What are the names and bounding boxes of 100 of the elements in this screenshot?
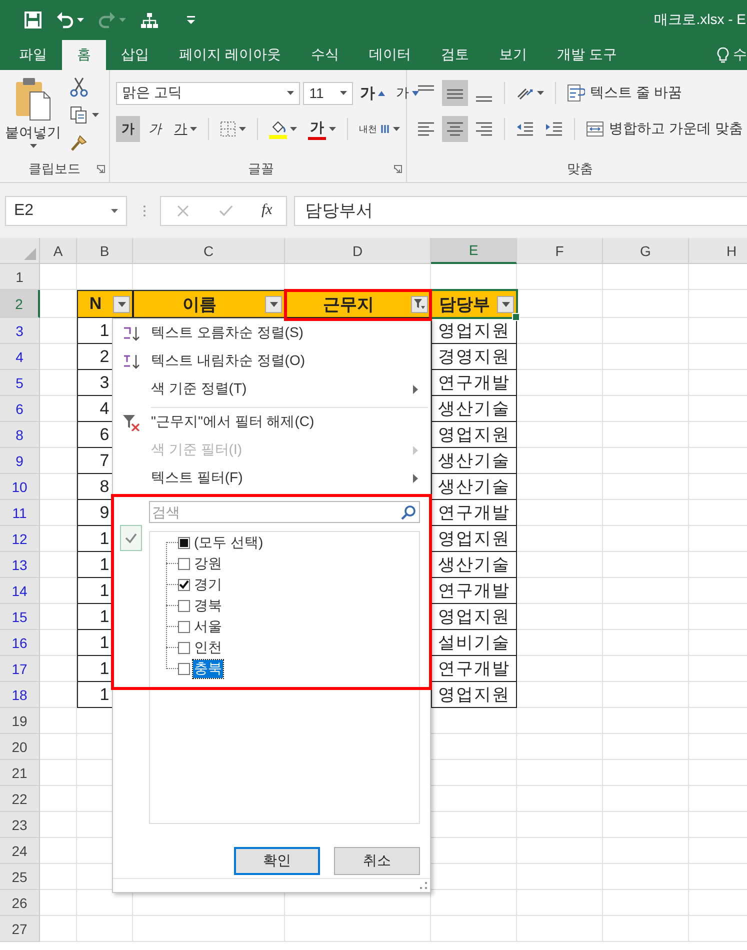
clipboard-icon (14, 76, 52, 122)
dialog-launcher-icon (394, 165, 402, 173)
underline-button[interactable]: 가 (170, 116, 202, 142)
column-header[interactable]: A (40, 238, 77, 264)
filter-value[interactable]: 경기 (193, 576, 223, 594)
filter-value[interactable]: 충북 (193, 660, 223, 678)
row-header[interactable]: 12 (0, 526, 40, 552)
filter-dropdown-button[interactable] (411, 296, 428, 312)
field-value: 맑은 고딕 (122, 84, 182, 102)
row-header[interactable]: 10 (0, 474, 40, 500)
row-header[interactable]: 3 (0, 318, 40, 344)
filter-dropdown-button[interactable] (113, 296, 130, 312)
column-header[interactable]: E (431, 238, 517, 264)
row-header[interactable]: 13 (0, 552, 40, 578)
tell-me-button[interactable]: 수 (709, 40, 747, 70)
search-field[interactable]: 검색 (149, 501, 420, 523)
ribbon-tab[interactable]: 페이지 레이아웃 (164, 40, 296, 70)
filter-value[interactable]: 인천 (193, 638, 223, 656)
filter-value[interactable]: (모두 선택) (193, 534, 264, 552)
row-header[interactable]: 18 (0, 682, 40, 708)
insert-function-button[interactable]: fx (257, 202, 276, 219)
column-header[interactable]: G (603, 238, 689, 264)
row-header[interactable]: 23 (0, 812, 40, 838)
row-header[interactable]: 2 (0, 290, 40, 318)
redo-icon (98, 11, 116, 29)
align-button[interactable] (442, 80, 468, 106)
row-header[interactable]: 11 (0, 500, 40, 526)
checkbox[interactable] (178, 662, 190, 674)
font-color-button[interactable]: 가 (304, 116, 340, 142)
dialog-button[interactable]: 취소 (334, 847, 420, 875)
row-header[interactable]: 15 (0, 604, 40, 630)
column-header[interactable]: H (689, 238, 747, 264)
row-header[interactable]: 14 (0, 578, 40, 604)
row-header[interactable]: 4 (0, 344, 40, 370)
ribbon-tab[interactable]: 홈 (62, 40, 106, 70)
filter-value[interactable]: 경북 (193, 596, 223, 614)
formula-field[interactable]: 담당부서 (294, 196, 747, 226)
row-header[interactable]: 8 (0, 422, 40, 448)
row-header[interactable]: 21 (0, 760, 40, 786)
wrap-text-button[interactable]: 텍스트 줄 바꿈 (563, 80, 686, 106)
caret-icon (111, 208, 118, 212)
checkbox[interactable] (178, 558, 190, 570)
font-size-field[interactable]: 11 (303, 82, 354, 104)
filter-dropdown-button[interactable] (497, 296, 514, 312)
row-header[interactable]: 24 (0, 838, 40, 864)
row-header[interactable]: 27 (0, 916, 40, 942)
column-title: N (88, 294, 103, 314)
header-cell[interactable]: 이름 (133, 290, 285, 318)
grow-font-button[interactable]: 가 (356, 80, 390, 106)
shrink-font-button[interactable]: 가 (392, 80, 424, 106)
row-header[interactable]: 17 (0, 656, 40, 682)
check-icon (219, 204, 234, 216)
grid-cell (40, 630, 77, 656)
paste-button[interactable]: 붙여넣기 (0, 70, 66, 156)
merge-center-button[interactable]: 병합하고 가운데 맞춤 (582, 116, 747, 142)
row-header[interactable]: 6 (0, 396, 40, 422)
column-header[interactable]: C (133, 238, 285, 264)
column-title: 이름 (182, 294, 218, 316)
checkbox[interactable] (178, 642, 190, 654)
phonetic-guide-button[interactable]: 내천 (355, 116, 404, 142)
checkbox[interactable] (178, 620, 190, 632)
ribbon-tab[interactable]: 삽입 (106, 40, 164, 70)
pages-icon (70, 106, 88, 124)
table-cell: 영업지원 (431, 526, 517, 552)
bold-button[interactable]: 가 (116, 116, 140, 142)
column-header[interactable]: F (517, 238, 603, 264)
ribbon-tab[interactable]: 파일 (4, 40, 62, 70)
ribbon-tab[interactable]: 수식 (296, 40, 354, 70)
row-header[interactable]: 22 (0, 786, 40, 812)
filter-value[interactable]: 강원 (193, 554, 223, 572)
filter-value[interactable]: 서울 (193, 618, 223, 636)
fill-handle[interactable] (512, 313, 520, 321)
header-cell[interactable]: 근무지 (285, 290, 431, 318)
name-box[interactable]: E2 (5, 196, 127, 226)
checkbox[interactable] (178, 578, 190, 590)
ribbon-tab[interactable]: 검토 (426, 40, 484, 70)
row-header[interactable]: 9 (0, 448, 40, 474)
ribbon-tab[interactable]: 보기 (484, 40, 542, 70)
row-header[interactable]: 1 (0, 264, 40, 290)
header-cell[interactable]: N (77, 290, 133, 318)
checkbox[interactable] (178, 600, 190, 612)
filter-dropdown-button[interactable] (265, 296, 282, 312)
wrap-text-icon (567, 84, 586, 102)
ribbon-tab[interactable]: 데이터 (354, 40, 426, 70)
align-button[interactable] (442, 116, 468, 142)
header-cell[interactable]: 담당부 (431, 290, 517, 318)
row-header[interactable]: 19 (0, 708, 40, 734)
row-header[interactable]: 20 (0, 734, 40, 760)
ribbon-tab[interactable]: 개발 도구 (542, 40, 632, 70)
dialog-launcher-icon (97, 165, 106, 173)
row-header[interactable]: 25 (0, 864, 40, 890)
italic-button[interactable]: 가 (143, 116, 168, 142)
column-header[interactable]: B (77, 238, 133, 264)
row-header[interactable]: 16 (0, 630, 40, 656)
row-header[interactable]: 26 (0, 890, 40, 916)
row-header[interactable]: 5 (0, 370, 40, 396)
column-header[interactable]: D (285, 238, 431, 264)
dialog-button[interactable]: 확인 (234, 847, 320, 875)
font-name-field[interactable]: 맑은 고딕 (116, 82, 300, 104)
border-grid-icon (220, 121, 236, 137)
